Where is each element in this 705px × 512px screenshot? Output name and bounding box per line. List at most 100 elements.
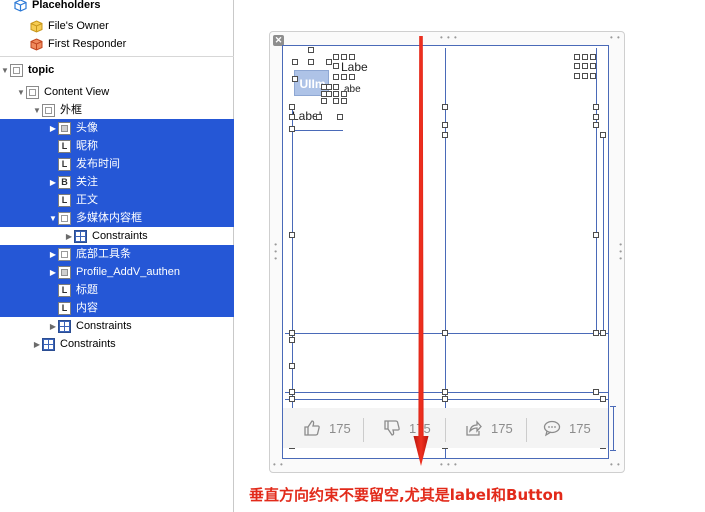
resize-handle[interactable]	[590, 73, 596, 79]
outline-item-content-view[interactable]: ▼ Content View	[0, 83, 234, 101]
outline-item-outer-frame[interactable]: ▼ 外框	[0, 101, 234, 119]
comment-button[interactable]: 175	[543, 408, 591, 448]
resize-handle[interactable]	[593, 114, 599, 120]
resize-handle[interactable]	[289, 396, 295, 402]
resize-handle[interactable]	[292, 59, 298, 65]
label-guide-line	[293, 130, 343, 131]
resize-grip-corner-top-right[interactable]: • •	[610, 33, 621, 42]
resize-handle[interactable]	[333, 98, 339, 104]
resize-handle[interactable]	[289, 232, 295, 238]
outline-item-outer-constraints[interactable]: ▶ Constraints	[0, 317, 234, 335]
outline-item-content[interactable]: L 内容	[0, 299, 234, 317]
disclosure-open-icon[interactable]: ▼	[32, 101, 42, 119]
resize-handle[interactable]	[600, 132, 606, 138]
outline-item-first-responder[interactable]: First Responder	[0, 35, 234, 53]
disclosure-closed-icon[interactable]: ▶	[48, 263, 58, 281]
nickname-canvas-label[interactable]: Labe	[341, 60, 368, 74]
resize-handle[interactable]	[316, 114, 322, 120]
disclosure-open-icon[interactable]: ▼	[0, 61, 10, 79]
outline-item-bottom-toolbar[interactable]: ▶ 底部工具条	[0, 245, 234, 263]
outline-item-content-constraints[interactable]: ▶ Constraints	[0, 335, 234, 353]
resize-handle[interactable]	[326, 91, 332, 97]
resize-handle[interactable]	[593, 122, 599, 128]
resize-handle[interactable]	[442, 389, 448, 395]
resize-handle[interactable]	[333, 91, 339, 97]
resize-handle[interactable]	[574, 63, 580, 69]
resize-grip-right[interactable]: • • •	[616, 243, 625, 261]
disclosure-closed-icon[interactable]: ▶	[32, 335, 42, 353]
disclosure-open-icon[interactable]: ▼	[16, 83, 26, 101]
resize-grip-corner-right[interactable]: • •	[610, 460, 621, 469]
resize-handle[interactable]	[574, 54, 580, 60]
resize-handle[interactable]	[582, 63, 588, 69]
outline-item-nickname[interactable]: L 昵称	[0, 137, 234, 155]
resize-handle[interactable]	[292, 76, 298, 82]
resize-handle[interactable]	[289, 114, 295, 120]
resize-handle[interactable]	[337, 114, 343, 120]
resize-handle[interactable]	[333, 74, 339, 80]
resize-handle[interactable]	[600, 330, 606, 336]
resize-handle[interactable]	[574, 73, 580, 79]
share-button[interactable]: 175	[465, 408, 513, 448]
view-icon	[10, 63, 23, 77]
resize-handle[interactable]	[341, 74, 347, 80]
files-owner-label: File's Owner	[48, 20, 109, 32]
resize-handle[interactable]	[582, 54, 588, 60]
resize-grip-left[interactable]: • • •	[271, 243, 280, 261]
resize-handle[interactable]	[289, 337, 295, 343]
disclosure-open-icon[interactable]: ▼	[48, 209, 58, 227]
resize-handle[interactable]	[326, 59, 332, 65]
resize-handle[interactable]	[308, 47, 314, 53]
resize-handle[interactable]	[590, 54, 596, 60]
disclosure-closed-icon[interactable]: ▶	[48, 119, 58, 137]
resize-handle[interactable]	[308, 59, 314, 65]
resize-handle[interactable]	[289, 104, 295, 110]
resize-handle[interactable]	[341, 98, 347, 104]
outline-item-topic[interactable]: ▼ topic	[0, 61, 234, 79]
resize-handle[interactable]	[333, 54, 339, 60]
resize-handle[interactable]	[442, 122, 448, 128]
disclosure-closed-icon[interactable]: ▶	[48, 317, 58, 335]
resize-handle[interactable]	[333, 63, 339, 69]
outline-item-files-owner[interactable]: File's Owner	[0, 17, 234, 35]
disclosure-closed-icon[interactable]: ▶	[48, 173, 58, 191]
outline-item-body-text[interactable]: L 正文	[0, 191, 234, 209]
scene-frame[interactable]: ✕ • • • • • • • • • • • • • • • • • • UI…	[269, 31, 625, 473]
resize-handle[interactable]	[341, 91, 347, 97]
resize-handle[interactable]	[600, 396, 606, 402]
outline-item-media-constraints[interactable]: ▶ Constraints	[0, 227, 234, 245]
outline-item-profile-addv[interactable]: ▶ Profile_AddV_authen	[0, 263, 234, 281]
resize-handle[interactable]	[442, 330, 448, 336]
resize-handle[interactable]	[442, 132, 448, 138]
outline-item-publish-time[interactable]: L 发布时间	[0, 155, 234, 173]
resize-handle[interactable]	[289, 126, 295, 132]
resize-handle[interactable]	[590, 63, 596, 69]
outline-item-title[interactable]: L 标题	[0, 281, 234, 299]
content-view[interactable]: UIIm Labe abe Label 175 175 175	[282, 45, 609, 459]
resize-grip-corner-left[interactable]: • •	[273, 460, 284, 469]
resize-handle[interactable]	[442, 104, 448, 110]
resize-handle[interactable]	[593, 389, 599, 395]
resize-handle[interactable]	[326, 84, 332, 90]
resize-handle[interactable]	[333, 84, 339, 90]
resize-grip-bottom[interactable]: • • •	[440, 460, 458, 469]
resize-grip-top[interactable]: • • •	[440, 33, 458, 42]
outline-item-media-box[interactable]: ▼ 多媒体内容框	[0, 209, 234, 227]
resize-handle[interactable]	[349, 54, 355, 60]
disclosure-closed-icon[interactable]: ▶	[64, 227, 74, 245]
resize-handle[interactable]	[341, 54, 347, 60]
resize-handle[interactable]	[593, 330, 599, 336]
disclosure-closed-icon[interactable]: ▶	[48, 245, 58, 263]
resize-handle[interactable]	[442, 396, 448, 402]
resize-handle[interactable]	[289, 330, 295, 336]
resize-handle[interactable]	[582, 73, 588, 79]
outline-item-avatar[interactable]: ▶ 头像	[0, 119, 234, 137]
resize-handle[interactable]	[289, 389, 295, 395]
outline-item-follow[interactable]: ▶ B 关注	[0, 173, 234, 191]
resize-handle[interactable]	[349, 74, 355, 80]
resize-handle[interactable]	[593, 104, 599, 110]
resize-handle[interactable]	[289, 363, 295, 369]
resize-handle[interactable]	[593, 232, 599, 238]
resize-handle[interactable]	[321, 98, 327, 104]
like-button[interactable]: 175	[303, 408, 351, 448]
